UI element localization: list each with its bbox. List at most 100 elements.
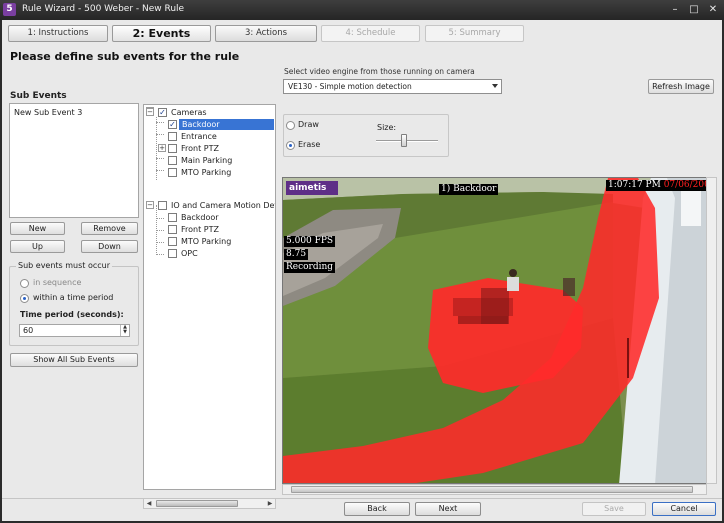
tree-horizontal-scrollbar[interactable]: ◀ ▶ xyxy=(143,498,276,509)
video-horizontal-scrollbar[interactable] xyxy=(282,484,707,495)
occur-group-title: Sub events must occur xyxy=(16,261,113,270)
tree-label-front-ptz[interactable]: Front PTZ xyxy=(181,143,219,154)
maximize-icon[interactable]: □ xyxy=(688,4,700,15)
rate-overlay: 8.75 xyxy=(284,249,309,260)
tree-label-io-motion: IO and Camera Motion Detection xyxy=(171,201,275,210)
down-button[interactable]: Down xyxy=(81,240,138,253)
video-vertical-scrollbar[interactable] xyxy=(706,177,717,484)
time-period-radio[interactable] xyxy=(20,294,29,303)
io-backdoor-checkbox[interactable] xyxy=(168,213,177,222)
tree-label-io-opc[interactable]: OPC xyxy=(181,248,198,259)
io-mto-parking-checkbox[interactable] xyxy=(168,237,177,246)
app-icon: 5 xyxy=(3,3,16,16)
tree-label-mto-parking[interactable]: MTO Parking xyxy=(181,167,231,178)
fps-overlay: 5.000 FPS xyxy=(284,236,336,247)
tree-label-entrance[interactable]: Entrance xyxy=(181,131,217,142)
camera-video-view[interactable]: aimetis 1) Backdoor 1:07:17 PM 07/06/200… xyxy=(282,177,707,484)
io-motion-checkbox[interactable] xyxy=(158,201,167,210)
tree-node-entrance[interactable]: Entrance xyxy=(164,131,275,142)
sub-events-title: Sub Events xyxy=(10,91,67,101)
title-bar: 5 Rule Wizard - 500 Weber - New Rule – □… xyxy=(0,0,724,20)
scroll-left-icon[interactable]: ◀ xyxy=(144,499,154,508)
date-overlay: 07/06/2009 xyxy=(663,180,706,190)
erase-label: Erase xyxy=(298,140,321,149)
tree-node-io-motion[interactable]: − IO and Camera Motion Detection xyxy=(146,200,275,211)
front-ptz-checkbox[interactable] xyxy=(168,144,177,153)
tree-node-io-front-ptz[interactable]: Front PTZ xyxy=(164,224,275,235)
cameras-checkbox[interactable]: ✓ xyxy=(158,108,167,117)
window-title: Rule Wizard - 500 Weber - New Rule xyxy=(22,4,185,14)
back-button[interactable]: Back xyxy=(344,502,410,516)
up-button[interactable]: Up xyxy=(10,240,65,253)
step-events[interactable]: 2: Events xyxy=(112,25,211,42)
remove-button[interactable]: Remove xyxy=(81,222,138,235)
tree-node-io-backdoor[interactable]: Backdoor xyxy=(164,212,275,223)
io-front-ptz-checkbox[interactable] xyxy=(168,225,177,234)
chevron-down-icon[interactable] xyxy=(492,84,498,88)
step-summary[interactable]: 5: Summary xyxy=(425,25,524,42)
tree-label-backdoor[interactable]: Backdoor xyxy=(179,119,274,130)
recording-overlay: Recording xyxy=(284,262,336,273)
tree-node-front-ptz[interactable]: + Front PTZ xyxy=(158,143,275,154)
step-instructions[interactable]: 1: Instructions xyxy=(8,25,108,42)
main-parking-checkbox[interactable] xyxy=(168,156,177,165)
time-overlay: 1:07:17 PM xyxy=(608,180,661,190)
tree-label-io-mto-parking[interactable]: MTO Parking xyxy=(181,236,231,247)
event-source-tree[interactable]: − − ✓ Cameras ✓ Backdoor Entrance + Fron… xyxy=(143,104,276,490)
tree-label-cameras: Cameras xyxy=(171,108,207,117)
save-button[interactable]: Save xyxy=(582,502,646,516)
timestamp-overlay: 1:07:17 PM 07/06/2009 xyxy=(606,180,706,191)
expand-icon[interactable]: + xyxy=(158,144,166,152)
scroll-right-icon[interactable]: ▶ xyxy=(265,499,275,508)
camera-scene[interactable] xyxy=(283,178,707,484)
step-schedule[interactable]: 4: Schedule xyxy=(321,25,420,42)
mto-parking-checkbox[interactable] xyxy=(168,168,177,177)
cancel-button[interactable]: Cancel xyxy=(652,502,716,516)
tree-node-io-opc[interactable]: OPC xyxy=(164,248,275,259)
in-sequence-radio[interactable] xyxy=(20,279,29,288)
tree-label-io-backdoor[interactable]: Backdoor xyxy=(181,212,219,223)
camera-name-overlay: 1) Backdoor xyxy=(439,184,499,195)
size-label: Size: xyxy=(377,123,397,132)
footer-divider xyxy=(2,498,722,499)
collapse-icon[interactable]: − xyxy=(146,108,154,116)
tree-node-mto-parking[interactable]: MTO Parking xyxy=(164,167,275,178)
wizard-client-area: 1: Instructions 2: Events 3: Actions 4: … xyxy=(2,20,722,521)
tree-node-main-parking[interactable]: Main Parking xyxy=(164,155,275,166)
aimetis-logo: aimetis xyxy=(286,181,338,195)
scroll-thumb[interactable] xyxy=(156,500,238,507)
tree-node-backdoor[interactable]: ✓ Backdoor xyxy=(164,119,275,130)
list-item[interactable]: New Sub Event 3 xyxy=(14,108,82,117)
erase-radio[interactable] xyxy=(286,141,295,150)
entrance-checkbox[interactable] xyxy=(168,132,177,141)
tree-label-main-parking[interactable]: Main Parking xyxy=(181,155,232,166)
size-slider-track[interactable] xyxy=(376,140,438,142)
sub-events-list[interactable]: New Sub Event 3 xyxy=(9,103,139,218)
new-button[interactable]: New xyxy=(10,222,65,235)
tree-node-io-mto-parking[interactable]: MTO Parking xyxy=(164,236,275,247)
engine-dropdown[interactable]: VE130 - Simple motion detection xyxy=(283,79,502,94)
time-period-label: Time period (seconds): xyxy=(20,310,124,319)
time-period-option-label: within a time period xyxy=(33,293,114,302)
page-title: Please define sub events for the rule xyxy=(10,50,240,63)
step-actions[interactable]: 3: Actions xyxy=(215,25,317,42)
close-icon[interactable]: ✕ xyxy=(707,4,719,15)
engine-selected-value: VE130 - Simple motion detection xyxy=(288,82,412,91)
time-period-stepper[interactable]: 60 ▲ ▼ xyxy=(19,324,130,337)
backdoor-checkbox[interactable]: ✓ xyxy=(168,120,177,129)
collapse-icon[interactable]: − xyxy=(146,201,154,209)
refresh-image-button[interactable]: Refresh Image xyxy=(648,79,714,94)
draw-radio[interactable] xyxy=(286,121,295,130)
engine-label: Select video engine from those running o… xyxy=(284,67,475,76)
tree-node-cameras[interactable]: − ✓ Cameras xyxy=(146,107,275,118)
show-all-sub-events-button[interactable]: Show All Sub Events xyxy=(10,353,138,367)
tree-label-io-front-ptz[interactable]: Front PTZ xyxy=(181,224,219,235)
io-opc-checkbox[interactable] xyxy=(168,249,177,258)
draw-label: Draw xyxy=(298,120,319,129)
size-slider-thumb[interactable] xyxy=(400,134,407,147)
minimize-icon[interactable]: – xyxy=(669,4,681,15)
scroll-thumb[interactable] xyxy=(291,486,693,493)
time-period-value: 60 xyxy=(23,326,34,335)
stepper-arrows-icon[interactable]: ▲ ▼ xyxy=(120,325,129,336)
next-button[interactable]: Next xyxy=(415,502,481,516)
